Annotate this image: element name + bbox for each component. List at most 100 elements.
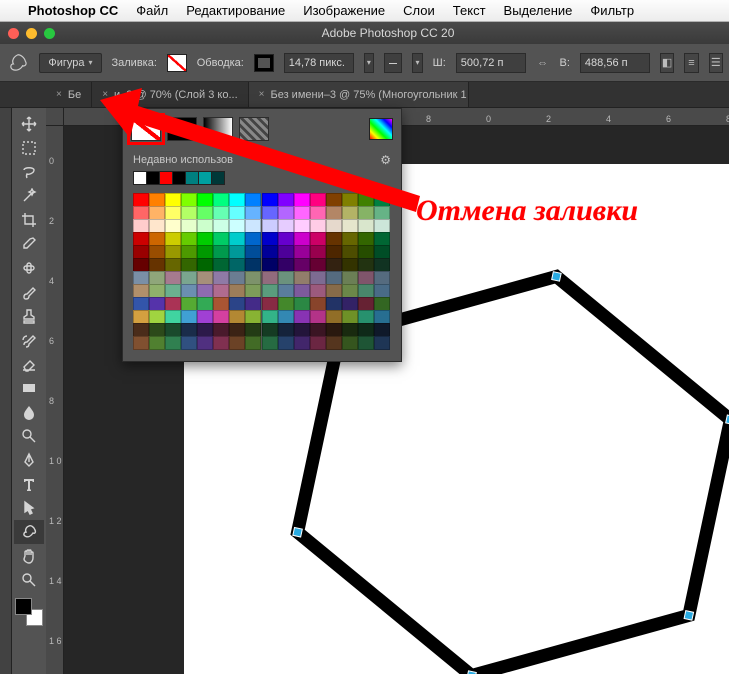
- swatch[interactable]: [342, 271, 358, 285]
- swatch[interactable]: [165, 310, 181, 324]
- swatch[interactable]: [165, 284, 181, 298]
- swatch[interactable]: [213, 297, 229, 311]
- swatch[interactable]: [213, 336, 229, 350]
- swatch[interactable]: [197, 219, 213, 233]
- swatch[interactable]: [374, 284, 390, 298]
- swatch[interactable]: [181, 219, 197, 233]
- swatch[interactable]: [342, 323, 358, 337]
- swatch[interactable]: [181, 258, 197, 272]
- swatch[interactable]: [165, 232, 181, 246]
- swatch[interactable]: [310, 336, 326, 350]
- zoom-tool[interactable]: [14, 568, 44, 592]
- stroke-width-field[interactable]: [284, 53, 354, 73]
- swatch[interactable]: [149, 284, 165, 298]
- swatch[interactable]: [310, 245, 326, 259]
- swatch[interactable]: [133, 245, 149, 259]
- menu-select[interactable]: Выделение: [504, 3, 573, 18]
- path-arrange-button[interactable]: ☰: [709, 53, 723, 73]
- swatch[interactable]: [294, 206, 310, 220]
- swatch[interactable]: [278, 232, 294, 246]
- swatch[interactable]: [310, 297, 326, 311]
- swatch[interactable]: [149, 232, 165, 246]
- swatch[interactable]: [181, 232, 197, 246]
- swatch[interactable]: [358, 219, 374, 233]
- app-name[interactable]: Photoshop CC: [28, 3, 118, 18]
- swatch[interactable]: [262, 323, 278, 337]
- collapsed-panels[interactable]: [0, 108, 12, 674]
- swatch[interactable]: [245, 297, 261, 311]
- swatch[interactable]: [213, 271, 229, 285]
- ruler-vertical[interactable]: 024681 01 21 41 6: [46, 126, 64, 674]
- swatch[interactable]: [278, 310, 294, 324]
- recent-swatch[interactable]: [211, 171, 225, 185]
- swatch[interactable]: [294, 284, 310, 298]
- swatch[interactable]: [213, 284, 229, 298]
- swatch[interactable]: [342, 245, 358, 259]
- custom-shape-tool[interactable]: [14, 520, 44, 544]
- swatch[interactable]: [326, 232, 342, 246]
- swatch[interactable]: [358, 310, 374, 324]
- swatch[interactable]: [165, 336, 181, 350]
- swatch[interactable]: [133, 323, 149, 337]
- swatch[interactable]: [294, 271, 310, 285]
- swatch[interactable]: [149, 271, 165, 285]
- swatch[interactable]: [245, 323, 261, 337]
- swatch[interactable]: [181, 336, 197, 350]
- swatch[interactable]: [374, 193, 390, 207]
- swatch[interactable]: [133, 271, 149, 285]
- swatch[interactable]: [374, 271, 390, 285]
- marquee-tool[interactable]: [14, 136, 44, 160]
- swatch[interactable]: [262, 310, 278, 324]
- swatch[interactable]: [358, 323, 374, 337]
- swatch[interactable]: [197, 310, 213, 324]
- swatch[interactable]: [213, 310, 229, 324]
- type-tool[interactable]: [14, 472, 44, 496]
- recent-swatch[interactable]: [198, 171, 212, 185]
- swatch[interactable]: [165, 323, 181, 337]
- swatch[interactable]: [229, 297, 245, 311]
- swatch[interactable]: [229, 271, 245, 285]
- swatch[interactable]: [165, 193, 181, 207]
- swatch[interactable]: [262, 232, 278, 246]
- swatch[interactable]: [197, 193, 213, 207]
- recent-swatch[interactable]: [159, 171, 173, 185]
- recent-swatch[interactable]: [133, 171, 147, 185]
- swatch[interactable]: [326, 245, 342, 259]
- swatch[interactable]: [213, 193, 229, 207]
- stamp-tool[interactable]: [14, 304, 44, 328]
- swatch[interactable]: [213, 232, 229, 246]
- swatch[interactable]: [181, 323, 197, 337]
- swatch[interactable]: [149, 258, 165, 272]
- doc-tab-1[interactable]: × Бе: [46, 82, 92, 107]
- swatch[interactable]: [294, 193, 310, 207]
- swatch[interactable]: [181, 271, 197, 285]
- move-tool[interactable]: [14, 112, 44, 136]
- swatch[interactable]: [133, 284, 149, 298]
- swatch[interactable]: [245, 232, 261, 246]
- swatch[interactable]: [278, 284, 294, 298]
- magic-wand-tool[interactable]: [14, 184, 44, 208]
- swatch[interactable]: [165, 297, 181, 311]
- swatch[interactable]: [229, 232, 245, 246]
- swatch[interactable]: [278, 258, 294, 272]
- menu-file[interactable]: Файл: [136, 3, 168, 18]
- swatch[interactable]: [213, 219, 229, 233]
- swatch[interactable]: [310, 206, 326, 220]
- swatch[interactable]: [229, 310, 245, 324]
- swatch[interactable]: [310, 232, 326, 246]
- menu-layers[interactable]: Слои: [403, 3, 435, 18]
- swatch[interactable]: [294, 323, 310, 337]
- stroke-style-button[interactable]: [384, 53, 402, 73]
- swatch[interactable]: [310, 193, 326, 207]
- swatch[interactable]: [229, 336, 245, 350]
- eraser-tool[interactable]: [14, 352, 44, 376]
- swatch[interactable]: [245, 284, 261, 298]
- swatch[interactable]: [310, 310, 326, 324]
- swatch[interactable]: [133, 206, 149, 220]
- swatch[interactable]: [294, 310, 310, 324]
- swatch[interactable]: [326, 258, 342, 272]
- swatch[interactable]: [181, 310, 197, 324]
- swatch[interactable]: [374, 245, 390, 259]
- swatch[interactable]: [374, 297, 390, 311]
- brush-tool[interactable]: [14, 280, 44, 304]
